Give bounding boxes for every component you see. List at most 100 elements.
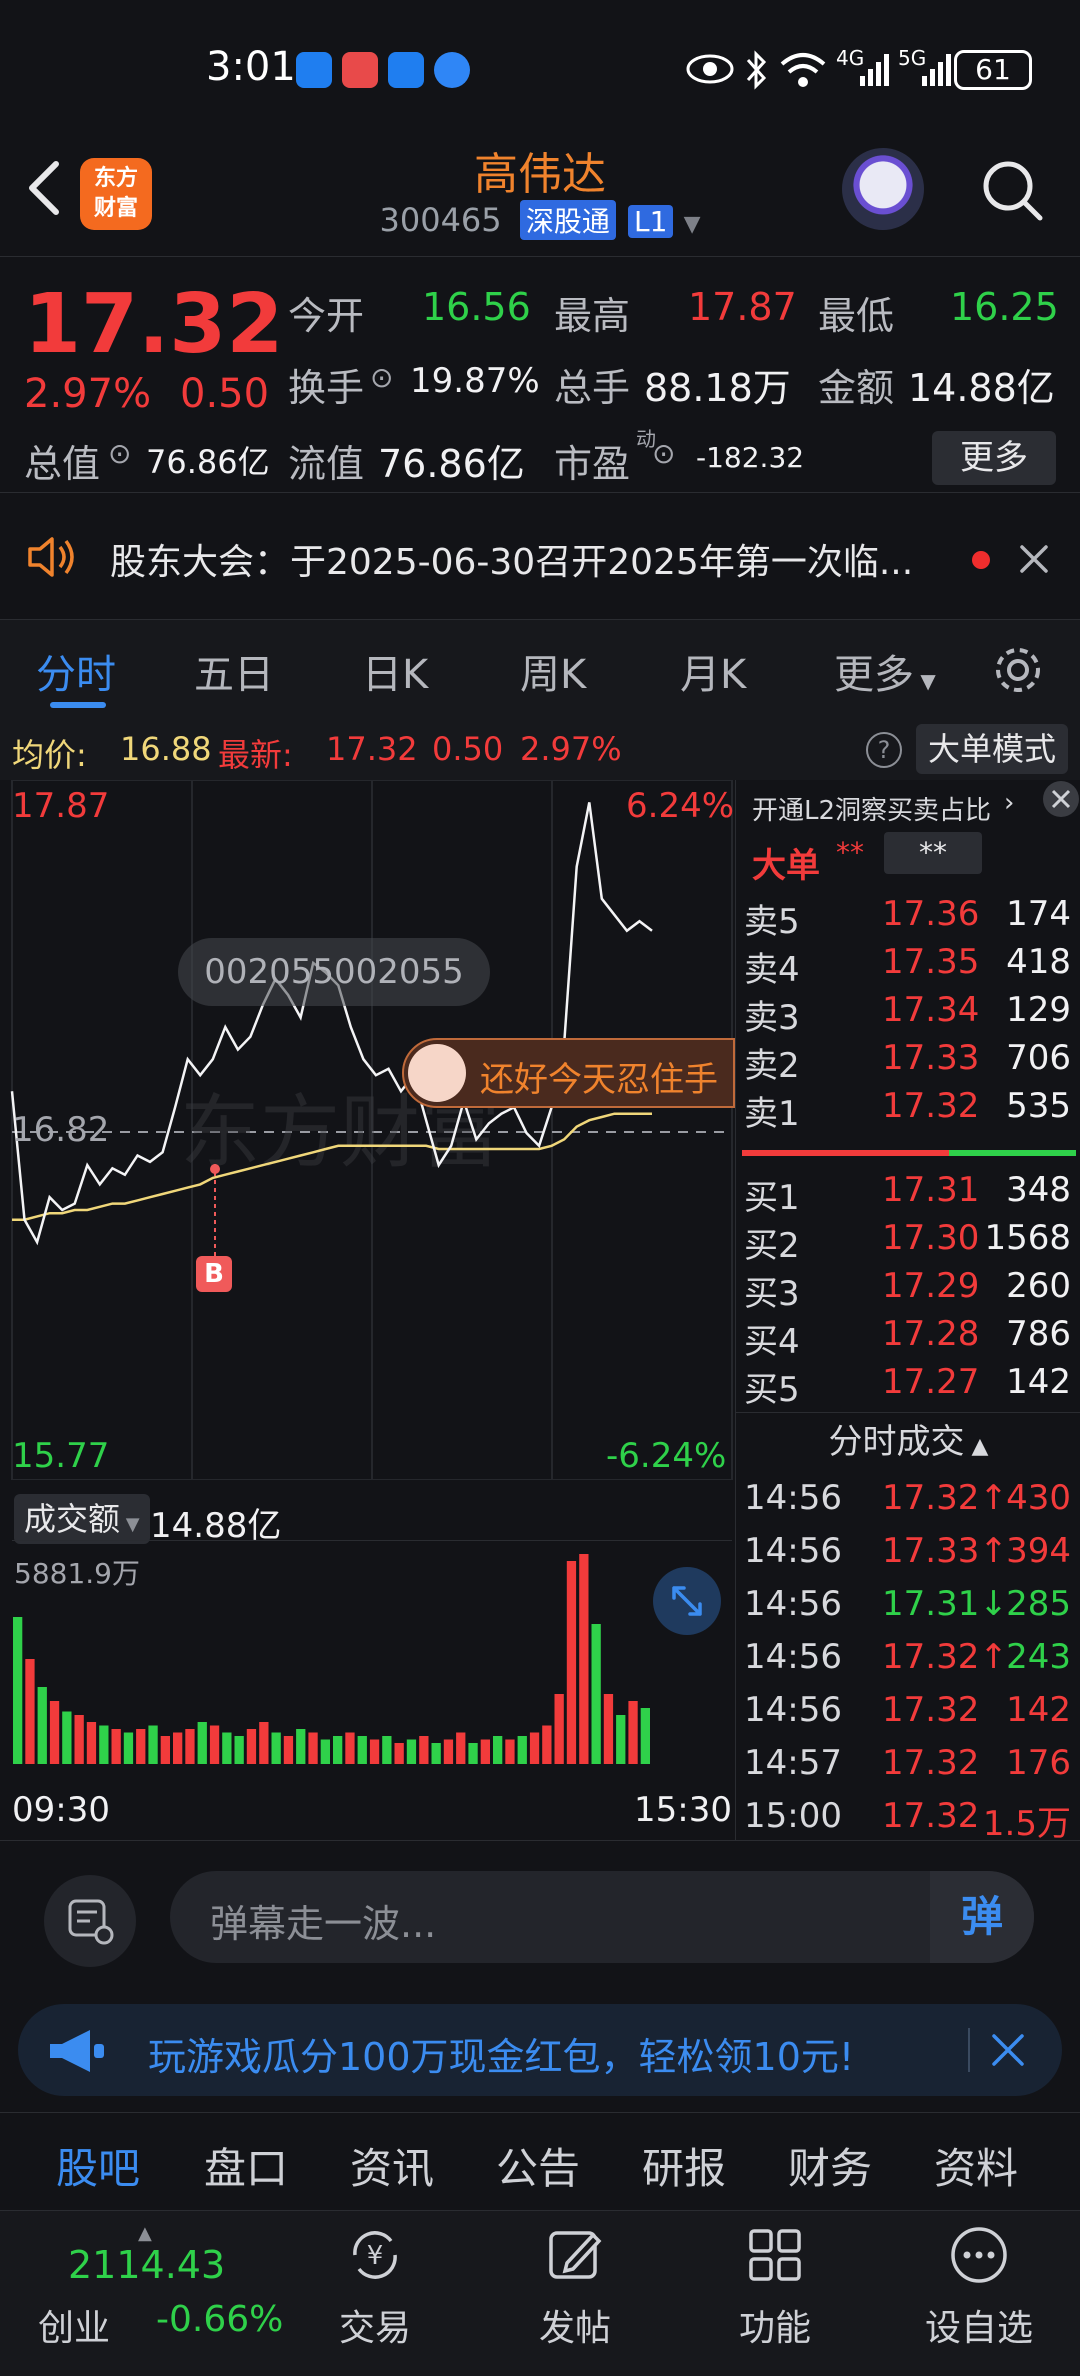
info-icon[interactable]: ⊙ (108, 437, 131, 470)
volume-metric-selector[interactable]: 成交额 ▼ (14, 1494, 150, 1544)
price-summary-bar: 均价: 16.88 最新: 17.32 0.50 2.97% ? 大单模式 (0, 720, 1080, 780)
volume-bar (222, 1732, 232, 1764)
price-chart[interactable]: 东方财富 (0, 780, 735, 1480)
tab-daily-k[interactable]: 日K (362, 642, 428, 700)
tab-profile[interactable]: 资料 (934, 2135, 1018, 2196)
close-icon[interactable] (990, 2032, 1026, 2068)
volume-bar (197, 1722, 207, 1764)
tab-intraday[interactable]: 分时 (36, 642, 116, 700)
volume-bar (529, 1732, 540, 1764)
ask-row[interactable]: 卖3 17.34 129 (736, 986, 1080, 1038)
bid-row[interactable]: 买3 17.29 260 (736, 1262, 1080, 1314)
trade-time: 14:56 (744, 1690, 842, 1730)
volume-bar (406, 1739, 417, 1764)
bid-level-label: 买4 (744, 1322, 800, 1362)
low-value: 16.25 (950, 285, 1059, 329)
more-quote-button[interactable]: 更多 (932, 431, 1056, 485)
ask-level-label: 卖4 (744, 950, 800, 990)
info-icon[interactable]: ⊙ (370, 361, 393, 394)
buy-marker[interactable]: B (196, 1256, 232, 1292)
trade-row: 14:56 17.31↓ 285 (736, 1580, 1080, 1632)
bid-row[interactable]: 买2 17.30 1568 (736, 1214, 1080, 1266)
ask-row[interactable]: 卖4 17.35 418 (736, 938, 1080, 990)
ask-volume: 418 (1006, 942, 1071, 982)
tab-guba[interactable]: 股吧 (56, 2135, 140, 2196)
trade-volume: 142 (1006, 1690, 1071, 1730)
danmu-settings-button[interactable] (44, 1875, 136, 1967)
stock-code: 300465 (379, 201, 502, 239)
robot-assistant-icon[interactable] (842, 148, 924, 230)
danmu-input[interactable]: 弹幕走一波... 弹 (170, 1871, 1034, 1963)
bluetooth-icon (746, 50, 767, 90)
volume-bar (493, 1736, 503, 1764)
y-mid-label: 16.82 (12, 1110, 110, 1150)
close-icon[interactable] (1042, 780, 1080, 818)
nav-add-watchlist[interactable]: 设自选 (904, 2223, 1054, 2351)
ask-row[interactable]: 卖2 17.33 706 (736, 1034, 1080, 1086)
bid-price: 17.31 (882, 1170, 980, 1210)
tab-announcements[interactable]: 公告 (496, 2135, 580, 2196)
avg-label: 均价: (12, 736, 87, 774)
tab-five-day[interactable]: 五日 (194, 642, 274, 700)
tab-monthly-k[interactable]: 月K (680, 642, 746, 700)
nav-function[interactable]: 功能 (700, 2223, 850, 2351)
community-bubble[interactable]: 还好今天忍住手 (402, 1038, 735, 1108)
latest-change: 0.50 (432, 730, 504, 768)
nav-trade[interactable]: ¥ 交易 (300, 2223, 450, 2351)
trade-time: 14:56 (744, 1637, 842, 1677)
ask-level-label: 卖1 (744, 1094, 800, 1134)
bid-row[interactable]: 买5 17.27 142 (736, 1358, 1080, 1410)
volume-bar (505, 1739, 515, 1764)
bid-volume: 786 (1006, 1314, 1071, 1354)
tab-research[interactable]: 研报 (642, 2135, 726, 2196)
tab-news[interactable]: 资讯 (350, 2135, 434, 2196)
trade-time: 15:00 (744, 1796, 842, 1836)
tab-weekly-k[interactable]: 周K (520, 642, 586, 700)
trade-price: 17.32 (882, 1690, 980, 1730)
danmu-placeholder: 弹幕走一波... (210, 1902, 437, 1946)
big-order-mode-button[interactable]: 大单模式 (916, 724, 1069, 774)
volume-bar (628, 1701, 638, 1764)
level-tag: L1 (628, 205, 674, 238)
trade-price: 17.32↑ (882, 1637, 1008, 1677)
bid-row[interactable]: 买1 17.31 348 (736, 1166, 1080, 1218)
danmu-send-button[interactable]: 弹 (930, 1871, 1034, 1963)
battery-indicator: 61 (954, 50, 1032, 90)
help-icon[interactable]: ? (866, 732, 902, 768)
danmu-settings-icon (68, 1899, 114, 1945)
index-ticker[interactable]: ▲ 2114.43 创业 -0.66% (24, 2223, 294, 2363)
order-book-panel: 开通L2洞察买卖占比 › 大单 ** ** 卖5 17.36 174 卖4 17.35 4… (735, 780, 1080, 1844)
bid-volume: 1568 (984, 1218, 1071, 1258)
nav-post[interactable]: 发帖 (500, 2223, 650, 2351)
bottom-nav: ▲ 2114.43 创业 -0.66% ¥ 交易 发帖 功能 设自选 (0, 2210, 1080, 2376)
high-value: 17.87 (688, 285, 797, 329)
announcement-bar[interactable]: 股东大会：于2025-06-30召开2025年第一次临... (0, 492, 1080, 620)
close-icon[interactable] (1018, 543, 1050, 575)
ask-row[interactable]: 卖1 17.32 535 (736, 1082, 1080, 1134)
turnover-label: 换手 (288, 366, 365, 410)
info-icon[interactable]: ⊙ (652, 437, 675, 470)
tab-pankou[interactable]: 盘口 (204, 2135, 288, 2196)
tab-finance[interactable]: 财务 (788, 2135, 872, 2196)
danmu-bar: 弹幕走一波... 弹 (0, 1840, 1080, 1990)
trade-row: 14:56 17.32 142 (736, 1686, 1080, 1738)
current-price: 17.32 (24, 277, 284, 372)
y-min-label: 15.77 (12, 1436, 110, 1476)
big-order-row[interactable]: 大单 ** ** (736, 832, 1080, 886)
l2-promo-row[interactable]: 开通L2洞察买卖占比 › (736, 780, 1080, 830)
intraday-chart-area[interactable]: 东方财富 17.87 6.24% 16.82 15.77 -6.24% 0020… (0, 780, 735, 1840)
svg-text:¥: ¥ (367, 2241, 384, 2271)
ask-row[interactable]: 卖5 17.36 174 (736, 890, 1080, 942)
trades-header[interactable]: 分时成交 ▲ (736, 1414, 1080, 1462)
change-amount: 0.50 (180, 371, 270, 417)
unread-dot (972, 551, 990, 569)
volume-bar (86, 1722, 97, 1764)
search-icon[interactable] (980, 158, 1044, 222)
promo-banner[interactable]: 玩游戏瓜分100万现金红包，轻松领10元! (18, 2004, 1062, 2096)
bid-row[interactable]: 买4 17.28 786 (736, 1310, 1080, 1362)
trade-time: 14:56 (744, 1584, 842, 1624)
gear-icon[interactable] (990, 642, 1046, 698)
volume-bar (345, 1732, 355, 1764)
bid-volume: 260 (1006, 1266, 1071, 1306)
tab-more[interactable]: 更多 ▼ (834, 642, 936, 700)
